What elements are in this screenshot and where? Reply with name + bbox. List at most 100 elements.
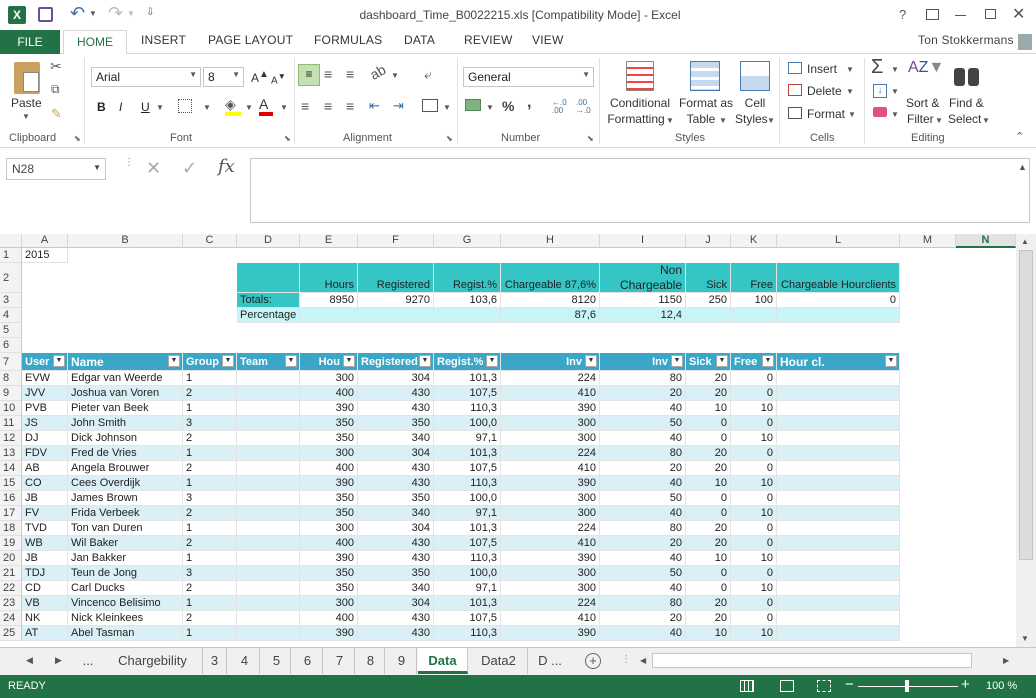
vertical-scrollbar[interactable]: ▲ ▼ — [1016, 234, 1036, 647]
row-header-23[interactable]: 23 — [0, 596, 22, 611]
table-cell[interactable] — [237, 596, 300, 611]
top-align-icon[interactable]: ≡ — [298, 64, 320, 86]
increase-font-icon[interactable]: A▲ — [251, 69, 269, 85]
user-name[interactable]: Ton Stokkermans — [918, 33, 1014, 47]
table-cell[interactable]: 0 — [731, 521, 777, 536]
row-header-4[interactable]: 4 — [0, 308, 22, 323]
wrap-text-icon[interactable]: ⤶ — [424, 66, 432, 83]
zoom-level[interactable]: 100 % — [986, 680, 1017, 692]
column-header-g[interactable]: G — [434, 234, 501, 248]
table-cell[interactable] — [237, 551, 300, 566]
table-cell-hour-cl[interactable] — [777, 476, 900, 491]
paste-dropdown-icon[interactable]: ▼ — [22, 112, 30, 121]
table-cell[interactable]: 10 — [731, 581, 777, 596]
row-header-10[interactable]: 10 — [0, 401, 22, 416]
table-cell[interactable]: 97,1 — [434, 581, 501, 596]
table-cell[interactable]: 10 — [731, 431, 777, 446]
font-name-select[interactable]: Arial ▼ — [91, 67, 201, 87]
table-cell-hour-cl[interactable] — [777, 626, 900, 641]
table-cell[interactable]: 0 — [731, 446, 777, 461]
excel-logo-icon[interactable]: X — [8, 6, 26, 24]
table-cell[interactable]: 0 — [731, 416, 777, 431]
row-header-12[interactable]: 12 — [0, 431, 22, 446]
row-header-13[interactable]: 13 — [0, 446, 22, 461]
cell-styles-label-1[interactable]: Cell — [743, 96, 767, 110]
font-launcher-icon[interactable]: ⬊ — [284, 134, 291, 143]
cut-icon[interactable]: ✂ — [50, 58, 62, 75]
row-header-6[interactable]: 6 — [0, 338, 22, 353]
row-header-5[interactable]: 5 — [0, 323, 22, 338]
table-cell[interactable]: 110,3 — [434, 476, 501, 491]
column-header-m[interactable]: M — [900, 234, 956, 248]
table-cell[interactable]: FDV — [22, 446, 68, 461]
table-cell-hour-cl[interactable] — [777, 446, 900, 461]
table-cell-hour-cl[interactable] — [777, 416, 900, 431]
table-cell[interactable]: 300 — [300, 371, 358, 386]
filter-dropdown-icon[interactable]: ▼ — [343, 355, 355, 367]
table-cell[interactable]: 390 — [300, 401, 358, 416]
number-format-select[interactable]: General ▼ — [463, 67, 594, 87]
format-as-table-label-2[interactable]: Table — [683, 112, 719, 126]
table-cell[interactable]: 350 — [358, 566, 434, 581]
table-cell[interactable]: 107,5 — [434, 461, 501, 476]
table-cell[interactable]: 350 — [300, 506, 358, 521]
table-cell[interactable]: 40 — [600, 431, 686, 446]
table-cell[interactable]: 430 — [358, 626, 434, 641]
tab-page-layout[interactable]: PAGE LAYOUT — [208, 33, 293, 47]
tab-home[interactable]: HOME — [63, 30, 127, 55]
tab-file[interactable]: FILE — [0, 30, 60, 54]
table-cell[interactable]: 0 — [686, 431, 731, 446]
sheet-tab-more-left[interactable]: ... — [74, 648, 102, 674]
format-as-table-icon[interactable] — [690, 61, 720, 91]
table-cell[interactable]: Frida Verbeek — [68, 506, 183, 521]
insert-dropdown-icon[interactable]: ▼ — [846, 65, 854, 74]
currency-dropdown-icon[interactable]: ▼ — [486, 103, 494, 112]
table-cell[interactable] — [237, 491, 300, 506]
table-cell[interactable]: 1 — [183, 446, 237, 461]
fill-color-icon[interactable]: ◈ — [225, 96, 241, 116]
sheet-tab-7[interactable]: 7 — [325, 648, 355, 674]
table-cell[interactable]: 80 — [600, 371, 686, 386]
column-header-h[interactable]: H — [501, 234, 600, 248]
table-cell[interactable]: 40 — [600, 401, 686, 416]
currency-icon[interactable] — [465, 99, 481, 111]
row-header-20[interactable]: 20 — [0, 551, 22, 566]
find-select-label-1[interactable]: Find & — [949, 96, 984, 110]
table-cell[interactable] — [237, 371, 300, 386]
table-cell[interactable]: 430 — [358, 461, 434, 476]
underline-button[interactable]: U — [141, 100, 150, 114]
table-header-7[interactable]: Regist.% ▼ — [434, 353, 501, 371]
table-cell[interactable]: 50 — [600, 566, 686, 581]
table-cell[interactable]: 20 — [686, 446, 731, 461]
decrease-indent-icon[interactable]: ⇤ — [369, 98, 380, 114]
cell-styles-label-2[interactable]: Styles — [735, 112, 768, 126]
table-cell[interactable]: 101,3 — [434, 596, 501, 611]
table-cell[interactable]: 350 — [300, 416, 358, 431]
row-header-1[interactable]: 1 — [0, 248, 22, 263]
table-cell[interactable]: 10 — [731, 401, 777, 416]
table-cell[interactable]: 224 — [501, 521, 600, 536]
hscroll-right-icon[interactable]: ▶ — [1003, 656, 1009, 665]
table-cell[interactable]: 2 — [183, 506, 237, 521]
format-as-table-label-1[interactable]: Format as — [676, 96, 736, 110]
table-cell[interactable]: 20 — [686, 596, 731, 611]
drag-handle-icon[interactable]: ⋮ — [124, 158, 134, 168]
table-cell[interactable]: 0 — [731, 461, 777, 476]
table-cell[interactable]: 390 — [300, 551, 358, 566]
table-cell[interactable]: 80 — [600, 596, 686, 611]
table-cell[interactable]: Jan Bakker — [68, 551, 183, 566]
totals-free[interactable]: 100 — [731, 293, 777, 308]
zoom-out-icon[interactable]: − — [845, 676, 854, 693]
column-header-n[interactable]: N — [956, 234, 1016, 248]
undo-icon[interactable]: ↶ — [70, 3, 85, 24]
table-cell[interactable]: 50 — [600, 491, 686, 506]
table-cell[interactable]: 340 — [358, 506, 434, 521]
filter-dropdown-icon[interactable]: ▼ — [53, 355, 65, 367]
row-header-19[interactable]: 19 — [0, 536, 22, 551]
zoom-slider-thumb[interactable] — [905, 680, 909, 692]
scroll-thumb[interactable] — [1019, 250, 1033, 560]
table-cell[interactable]: 20 — [686, 371, 731, 386]
table-cell[interactable]: AT — [22, 626, 68, 641]
table-header-5[interactable]: Hou ▼ — [300, 353, 358, 371]
insert-cells-button[interactable]: Insert — [807, 62, 837, 76]
